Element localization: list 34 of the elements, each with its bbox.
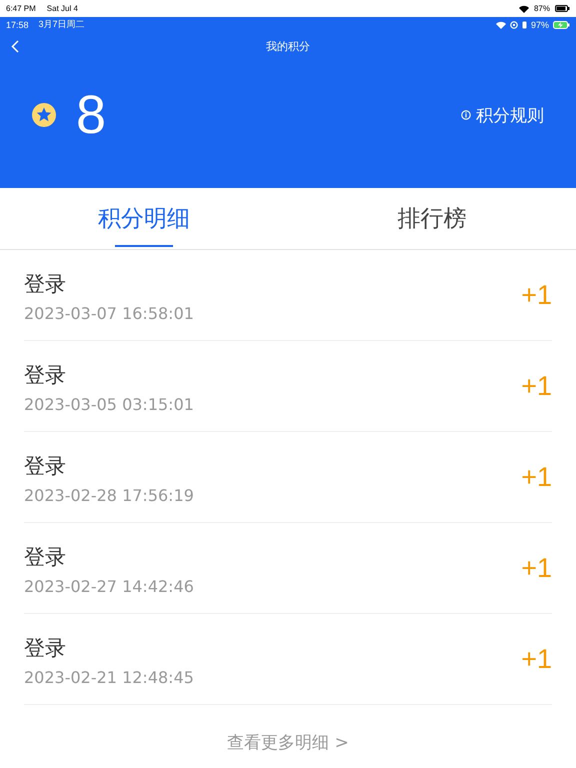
view-more-link[interactable]: 查看更多明细 > xyxy=(227,731,349,754)
points-change: +1 xyxy=(521,644,552,674)
record-title: 登录 xyxy=(24,452,67,480)
record-time: 2023-03-05 03:15:01 xyxy=(24,394,195,414)
record-title: 登录 xyxy=(24,544,67,570)
battery-percent: 87% xyxy=(534,4,550,13)
record-time: 2023-03-07 16:58:01 xyxy=(24,304,195,322)
record-time: 2023-02-27 14:42:46 xyxy=(24,576,195,596)
battery-percent: 97% xyxy=(530,20,549,30)
app-status-time: 17:58 xyxy=(6,20,29,30)
wifi-icon xyxy=(518,4,529,12)
points-change: +1 xyxy=(521,280,552,310)
record-title: 登录 xyxy=(24,362,67,388)
points-change: +1 xyxy=(521,552,552,584)
record-time: 2023-02-21 12:48:45 xyxy=(24,668,195,686)
status-time: 6:47 PM xyxy=(6,4,36,13)
tab[interactable]: 积分明细 xyxy=(0,188,288,249)
tab[interactable]: 排行榜 xyxy=(288,188,576,249)
page-title: 我的积分 xyxy=(266,38,310,54)
points-rules-link[interactable]: 积分规则 xyxy=(461,104,544,126)
record-title: 登录 xyxy=(24,270,67,298)
app-status-date: 3月7日周二 xyxy=(38,18,85,31)
points-change: +1 xyxy=(521,370,552,402)
status-date: Sat Jul 4 xyxy=(46,4,78,13)
record-time: 2023-02-28 17:56:19 xyxy=(24,486,195,504)
back-icon[interactable] xyxy=(11,40,19,53)
info-icon xyxy=(461,110,471,120)
points-change: +1 xyxy=(521,462,552,492)
points-total: 8 xyxy=(76,84,106,146)
battery-icon xyxy=(555,5,570,12)
star-badge-icon xyxy=(32,103,56,127)
battery-charging-icon xyxy=(553,20,570,28)
wifi-icon xyxy=(496,20,506,28)
record-title: 登录 xyxy=(24,634,67,662)
